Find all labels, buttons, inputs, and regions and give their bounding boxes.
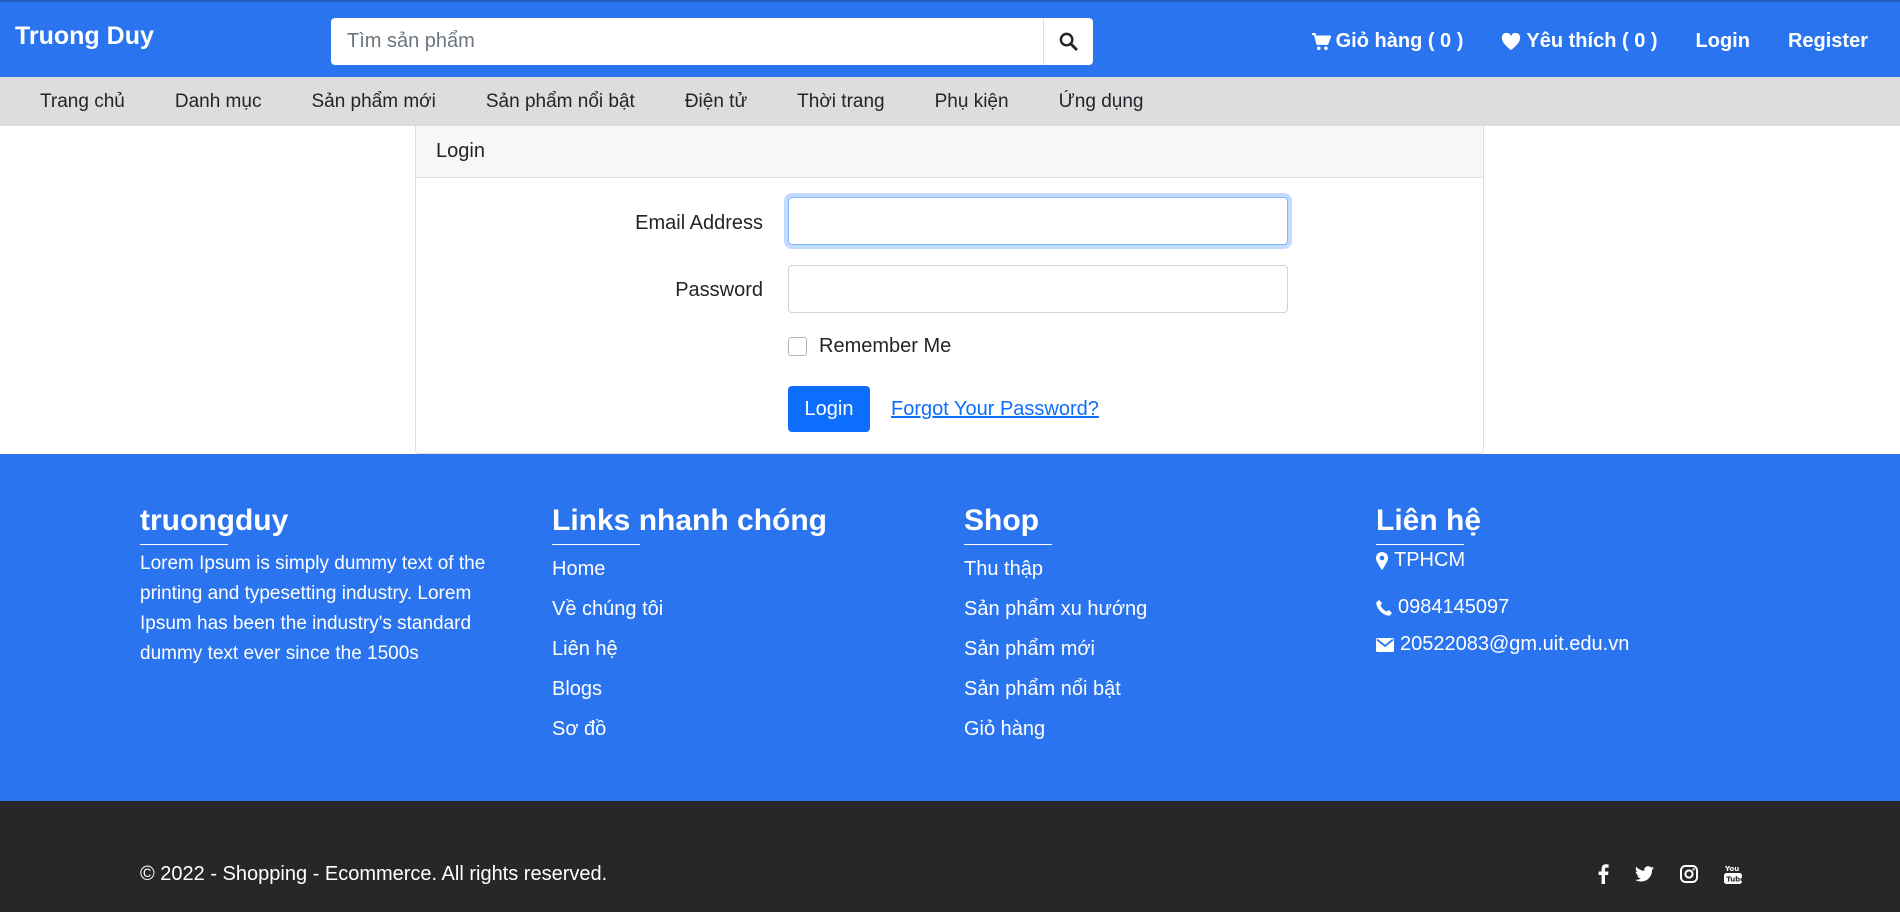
envelope-icon <box>1376 637 1394 652</box>
remember-me: Remember Me <box>788 335 951 358</box>
contact-address-text: TPHCM <box>1394 549 1466 571</box>
heading-underline <box>552 544 640 545</box>
nav-item-categories[interactable]: Danh mục <box>175 91 262 113</box>
nav-item-apps[interactable]: Ứng dụng <box>1059 91 1144 113</box>
login-link-label: Login <box>1695 30 1750 52</box>
cart-label: Giỏ hàng ( 0 ) <box>1335 30 1464 52</box>
footer-contact-heading: Liên hệ <box>1376 504 1482 537</box>
footer-about-heading: truongduy <box>140 504 289 537</box>
remember-me-label: Remember Me <box>819 335 952 357</box>
footer-about-text: Lorem Ipsum is simply dummy text of the … <box>140 553 486 664</box>
map-marker-icon <box>1376 551 1388 570</box>
footer-link-new-products[interactable]: Sản phẩm mới <box>964 629 1147 669</box>
footer-link-featured-products[interactable]: Sản phẩm nổi bật <box>964 669 1147 709</box>
login-card-header: Login <box>416 126 1483 178</box>
phone-icon <box>1376 599 1392 616</box>
social-links: You Tube <box>1598 863 1742 885</box>
footer-link-sitemap[interactable]: Sơ đồ <box>552 709 827 749</box>
footer-link-collection[interactable]: Thu thập <box>964 549 1147 589</box>
remember-me-checkbox[interactable] <box>788 337 807 356</box>
cart-link[interactable]: Giỏ hàng ( 0 ) <box>1311 30 1464 53</box>
contact-phone-text[interactable]: 0984145097 <box>1398 596 1509 619</box>
footer: truongduy Lorem Ipsum is simply dummy te… <box>0 454 1900 801</box>
footer-link-contact[interactable]: Liên hệ <box>552 629 827 669</box>
youtube-icon[interactable]: You Tube <box>1724 863 1742 885</box>
footer-quick-links-heading: Links nhanh chóng <box>552 504 827 537</box>
category-nav: Trang chủ Danh mục Sản phẩm mới Sản phẩm… <box>0 77 1900 126</box>
contact-email-text[interactable]: 20522083@gm.uit.edu.vn <box>1400 633 1629 656</box>
top-header: Truong Duy Giỏ hàng ( 0 ) Yêu thích ( 0 … <box>0 0 1900 77</box>
login-button[interactable]: Login <box>788 386 870 432</box>
password-label: Password <box>675 279 763 301</box>
login-link[interactable]: Login <box>1696 30 1750 53</box>
contact-address: TPHCM <box>1376 549 1629 572</box>
footer-quick-links: Links nhanh chóng Home Về chúng tôi Liên… <box>552 504 827 749</box>
brand-logo[interactable]: Truong Duy <box>15 22 154 51</box>
footer-link-blogs[interactable]: Blogs <box>552 669 827 709</box>
nav-item-new-products[interactable]: Sản phẩm mới <box>311 91 435 113</box>
footer-about: truongduy Lorem Ipsum is simply dummy te… <box>140 504 520 669</box>
password-field[interactable] <box>788 265 1288 313</box>
heart-icon <box>1502 32 1521 50</box>
email-field[interactable] <box>788 197 1288 245</box>
twitter-icon[interactable] <box>1635 866 1654 882</box>
svg-text:Tube: Tube <box>1726 876 1742 884</box>
contact-phone: 0984145097 <box>1376 596 1629 619</box>
footer-link-cart[interactable]: Giỏ hàng <box>964 709 1147 749</box>
footer-link-home[interactable]: Home <box>552 549 827 589</box>
footer-shop: Shop Thu thập Sản phẩm xu hướng Sản phẩm… <box>964 504 1147 749</box>
facebook-icon[interactable] <box>1598 864 1609 884</box>
nav-item-featured-products[interactable]: Sản phẩm nổi bật <box>486 91 635 113</box>
login-card-title: Login <box>436 140 485 162</box>
register-link-label: Register <box>1787 30 1868 52</box>
heading-underline <box>1376 544 1464 545</box>
login-card: Login Email Address Password Remember Me… <box>415 126 1484 454</box>
footer-link-about[interactable]: Về chúng tôi <box>552 589 827 629</box>
forgot-password-link[interactable]: Forgot Your Password? <box>891 398 1099 421</box>
footer-shop-heading: Shop <box>964 504 1039 537</box>
instagram-icon[interactable] <box>1680 865 1698 883</box>
search-bar <box>331 18 1093 65</box>
header-links: Giỏ hàng ( 0 ) Yêu thích ( 0 ) Login Reg… <box>1273 30 1868 53</box>
nav-item-accessories[interactable]: Phụ kiện <box>935 91 1009 113</box>
cart-icon <box>1311 32 1331 50</box>
nav-item-electronics[interactable]: Điện tử <box>685 91 747 113</box>
wishlist-label: Yêu thích ( 0 ) <box>1526 30 1658 52</box>
email-label: Email Address <box>635 212 763 234</box>
bottom-bar: © 2022 - Shopping - Ecommerce. All right… <box>0 801 1900 912</box>
search-icon <box>1059 32 1078 51</box>
footer-contact: Liên hệ TPHCM 0984145097 20522083@gm.uit… <box>1376 504 1629 656</box>
copyright-text: © 2022 - Shopping - Ecommerce. All right… <box>140 863 608 885</box>
footer-link-trending[interactable]: Sản phẩm xu hướng <box>964 589 1147 629</box>
heading-underline <box>964 544 1052 545</box>
nav-item-fashion[interactable]: Thời trang <box>797 91 884 113</box>
search-input[interactable] <box>331 18 1043 65</box>
heading-underline <box>140 544 228 545</box>
register-link[interactable]: Register <box>1788 30 1868 53</box>
contact-email: 20522083@gm.uit.edu.vn <box>1376 633 1629 656</box>
nav-item-home[interactable]: Trang chủ <box>40 91 125 113</box>
wishlist-link[interactable]: Yêu thích ( 0 ) <box>1501 30 1658 53</box>
svg-text:You: You <box>1724 865 1739 873</box>
search-button[interactable] <box>1043 18 1093 65</box>
